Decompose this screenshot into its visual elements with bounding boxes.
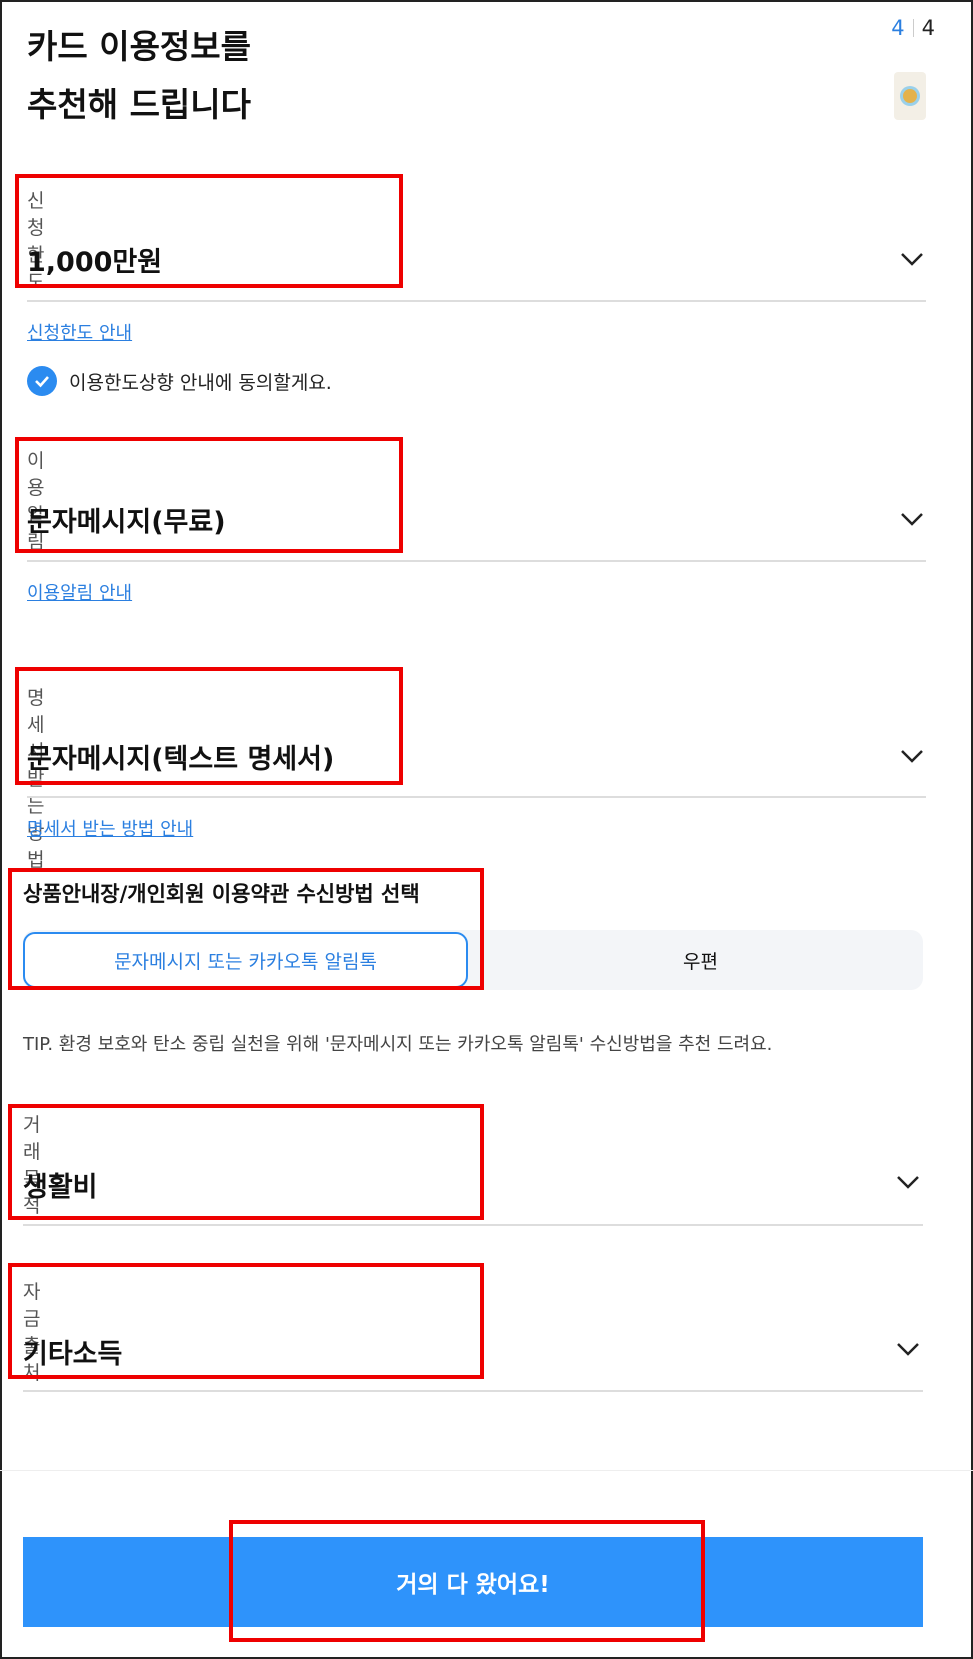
tip-text: TIP. 환경 보호와 탄소 중립 실천을 위해 '문자메시지 또는 카카오톡 … [23, 1034, 773, 1055]
statement-info-link[interactable]: 명세서 받는 방법 안내 [27, 815, 193, 841]
check-circle-icon[interactable] [27, 366, 57, 396]
current-step: 4 [891, 16, 905, 40]
chevron-down-icon[interactable] [899, 246, 925, 272]
step-divider [912, 19, 914, 37]
page-title-line2: 추천해 드립니다 [27, 85, 252, 124]
chevron-down-icon[interactable] [899, 506, 925, 532]
bottom-divider [0, 1470, 973, 1471]
highlight-box [15, 174, 403, 288]
chevron-down-icon[interactable] [895, 1336, 921, 1362]
highlight-box [229, 1520, 705, 1642]
agree-text: 이용한도상향 안내에 동의할게요. [69, 371, 332, 394]
limit-underline [27, 300, 926, 302]
highlight-box [15, 667, 403, 785]
notify-info-link[interactable]: 이용알림 안내 [27, 579, 132, 605]
purpose-underline [23, 1224, 923, 1226]
mascot-icon [894, 72, 926, 120]
chevron-down-icon[interactable] [899, 743, 925, 769]
limit-info-link[interactable]: 신청한도 안내 [27, 319, 132, 345]
step-indicator: 4 4 [891, 16, 935, 40]
total-steps: 4 [921, 16, 935, 40]
page-title: 카드 이용정보를 추천해 드립니다 [27, 18, 251, 134]
highlight-box [8, 868, 484, 990]
page-title-line1: 카드 이용정보를 [27, 27, 252, 66]
chevron-down-icon[interactable] [895, 1169, 921, 1195]
highlight-box [8, 1263, 484, 1379]
highlight-box [15, 437, 403, 553]
notify-underline [27, 560, 926, 562]
source-underline [23, 1390, 923, 1392]
limit-increase-agree[interactable]: 이용한도상향 안내에 동의할게요. [27, 366, 332, 396]
receive-option-mail[interactable]: 우편 [478, 930, 923, 990]
statement-underline [27, 796, 926, 798]
highlight-box [8, 1104, 484, 1220]
